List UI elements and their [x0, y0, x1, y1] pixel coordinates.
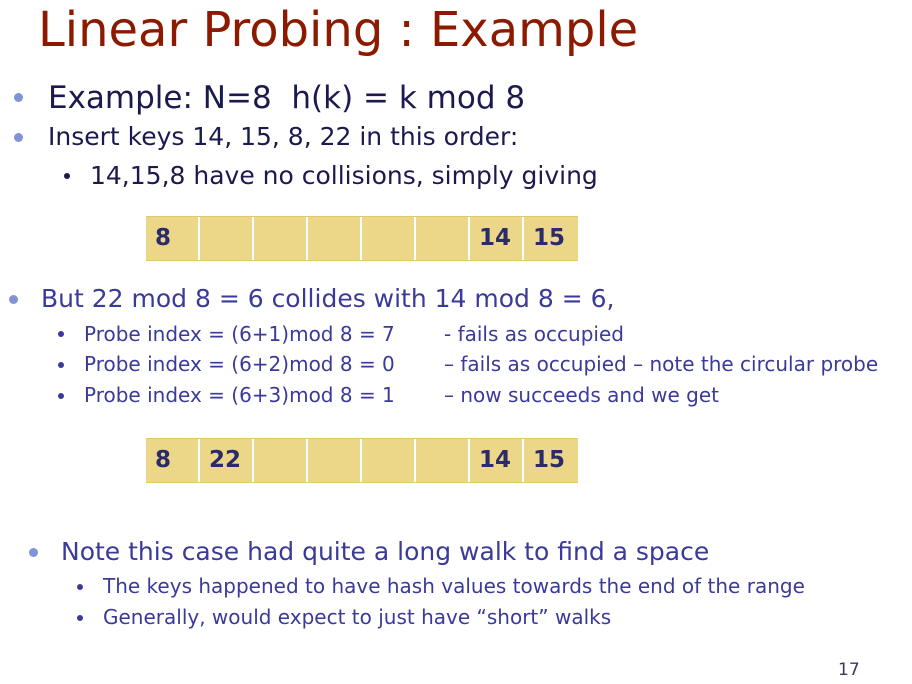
table-cell [254, 217, 308, 260]
bullet-dot [14, 93, 23, 102]
bullet-collision: But 22 mod 8 = 6 collides with 14 mod 8 … [41, 284, 615, 313]
hash-table-initial: 8 14 15 [146, 216, 578, 261]
bullet-long-walk: Note this case had quite a long walk to … [61, 537, 710, 566]
probe-expression: Probe index = (6+2)mod 8 = 0 [84, 352, 395, 376]
table-cell: 14 [470, 439, 524, 482]
probe-note: – fails as occupied – note the circular … [444, 352, 879, 376]
table-cell [308, 439, 362, 482]
table-cell: 15 [533, 447, 566, 473]
page-number: 17 [838, 660, 860, 680]
probe-note: - fails as occupied [444, 322, 624, 346]
slide-title: Linear Probing : Example [38, 2, 639, 58]
probe-expression: Probe index = (6+1)mod 8 = 7 [84, 322, 395, 346]
sub-bullet-dot [58, 362, 64, 368]
sub-bullet-no-collisions: 14,15,8 have no collisions, simply givin… [90, 161, 598, 190]
sub-bullet-hash-values: The keys happened to have hash values to… [103, 574, 805, 598]
sub-bullet-dot [58, 393, 64, 399]
table-cell [254, 439, 308, 482]
table-cell: 15 [533, 225, 566, 251]
table-cell [362, 439, 416, 482]
table-cell: 14 [470, 217, 524, 260]
sub-bullet-short-walks: Generally, would expect to just have “sh… [103, 605, 612, 629]
table-cell [416, 439, 470, 482]
sub-bullet-dot [58, 331, 64, 337]
probe-expression: Probe index = (6+3)mod 8 = 1 [84, 383, 395, 407]
sub-bullet-dot [64, 173, 70, 179]
table-cell: 8 [146, 439, 200, 482]
table-cell: 22 [200, 439, 254, 482]
bullet-insert-keys: Insert keys 14, 15, 8, 22 in this order: [48, 122, 519, 151]
bullet-dot [29, 548, 38, 557]
table-cell [308, 217, 362, 260]
sub-bullet-dot [77, 584, 83, 590]
table-cell [416, 217, 470, 260]
probe-note: – now succeeds and we get [444, 383, 719, 407]
table-cell: 8 [146, 217, 200, 260]
bullet-example: Example: N=8 h(k) = k mod 8 [48, 80, 526, 116]
table-cell [200, 217, 254, 260]
table-cell [362, 217, 416, 260]
hash-table-after-insert: 8 22 14 15 [146, 438, 578, 483]
bullet-dot [9, 295, 18, 304]
sub-bullet-dot [77, 615, 83, 621]
bullet-dot [14, 133, 23, 142]
